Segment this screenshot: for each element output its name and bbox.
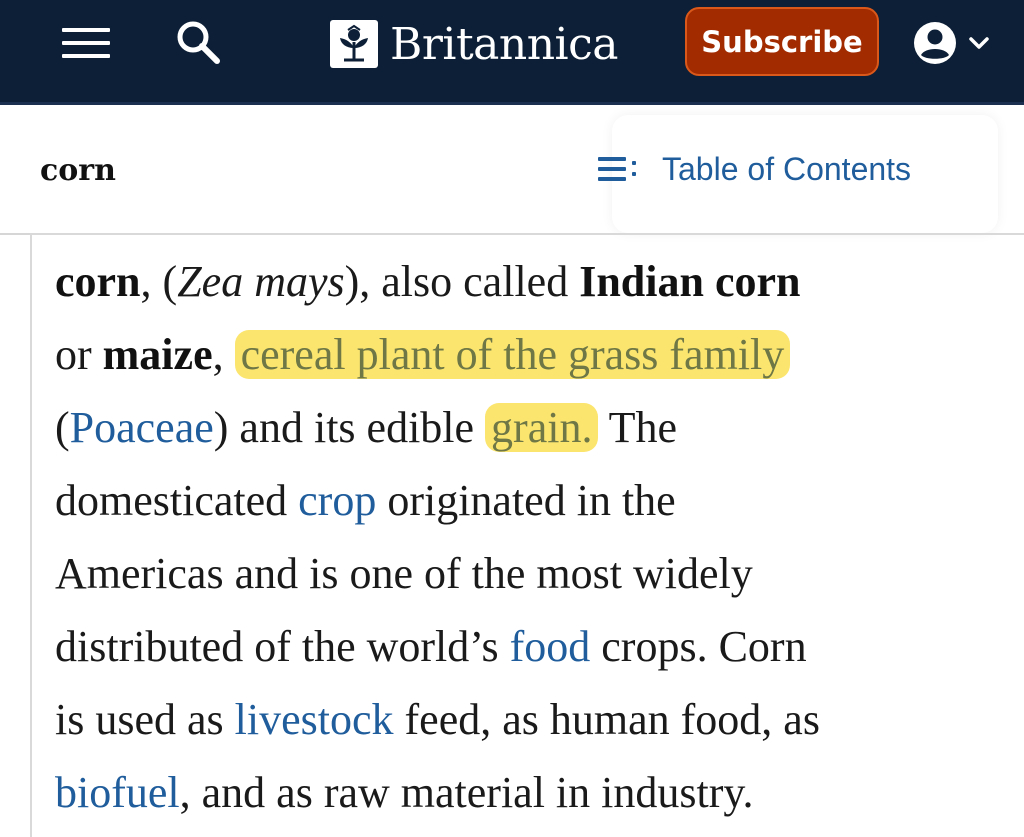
link-biofuel[interactable]: biofuel [55,768,180,817]
text: domesticated [55,476,299,525]
text: crops. Corn [590,622,807,671]
article-paragraph: corn, (Zea mays), also called Indian cor… [55,245,970,829]
text: , ( [140,257,178,306]
topic-title: corn [40,153,116,188]
menu-icon[interactable] [62,28,110,58]
text: The [598,403,678,452]
account-icon [914,22,956,64]
text-line: Americas and is one of the most widely [55,537,970,610]
term-indian-corn: Indian corn [579,257,801,306]
britannica-thistle-icon [330,20,378,68]
account-menu[interactable] [912,20,1002,66]
highlighted-text[interactable]: cereal plant of the grass family [234,330,791,379]
text-line: is used as livestock feed, as human food… [55,683,970,756]
search-icon[interactable] [174,18,222,66]
text-line: corn, (Zea mays), also called Indian cor… [55,245,970,318]
article-subheader: corn Table of Contents [0,105,1024,233]
text-line: domesticated crop originated in the [55,464,970,537]
text: feed, as human food, as [393,695,820,744]
text: distributed of the world’s [55,622,510,671]
text: ( [55,403,70,452]
top-navigation-bar: Britannica Subscribe [0,0,1024,105]
text: originated in the [376,476,676,525]
chevron-down-icon [969,37,989,49]
text: is used as [55,695,235,744]
text-line: biofuel, and as raw material in industry… [55,756,970,829]
list-icon [598,156,638,182]
text-line: (Poaceae) and its edible grain. The [55,391,970,464]
text: ) and its edible [213,403,486,452]
text-line: distributed of the world’s food crops. C… [55,610,970,683]
scientific-name: Zea mays [177,257,345,306]
term-corn: corn [55,257,141,306]
highlighted-text[interactable]: grain. [485,403,599,452]
text-line: or maize, cereal plant of the grass fami… [55,318,970,391]
text: , [212,330,235,379]
link-livestock[interactable]: livestock [235,695,394,744]
toc-label: Table of Contents [662,150,912,187]
britannica-logo[interactable]: Britannica [330,14,618,74]
text: Americas and is one of the most widely [55,549,753,598]
link-food[interactable]: food [510,622,591,671]
text: or [55,330,103,379]
link-poaceae[interactable]: Poaceae [70,403,214,452]
text: , and as raw material in industry. [179,768,754,817]
link-crop[interactable]: crop [298,476,376,525]
table-of-contents-button[interactable]: Table of Contents [598,149,911,189]
text: ), also called [344,257,580,306]
term-maize: maize [102,330,213,379]
subscribe-button[interactable]: Subscribe [685,7,879,76]
brand-name: Britannica [390,18,618,70]
